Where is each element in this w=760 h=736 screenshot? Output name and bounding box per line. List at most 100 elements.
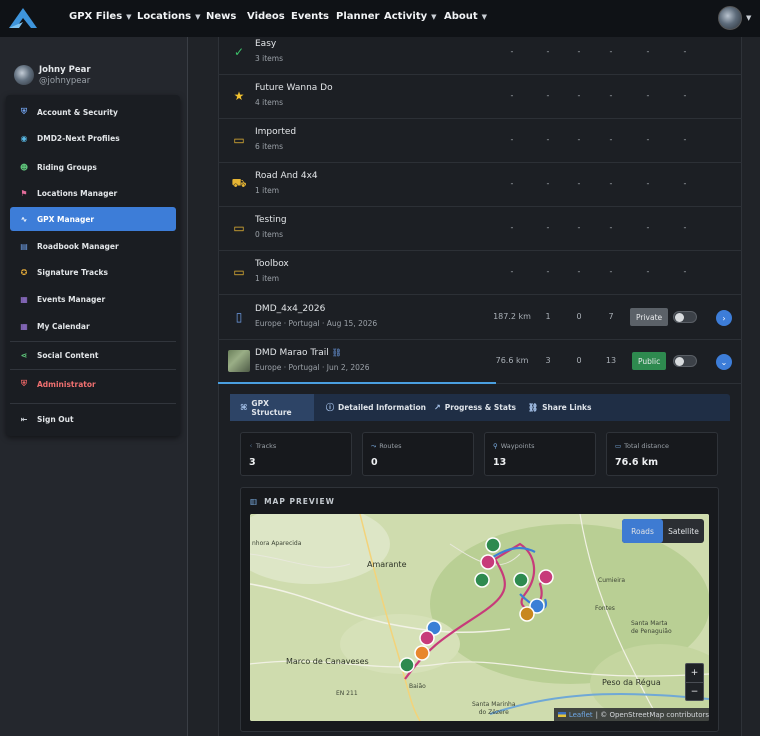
sidebar-item-gpx-manager[interactable]: ∿ GPX Manager <box>10 207 176 231</box>
tracks-icon: ᚲ <box>249 442 253 450</box>
car-icon: ⛟ <box>231 176 247 190</box>
nav-locations[interactable]: Locations ▼ <box>137 11 200 22</box>
shield-icon: ⛨ <box>21 107 27 116</box>
menu-divider <box>10 403 176 404</box>
stat-routes: ⤳ Routes 0 <box>362 432 474 476</box>
user-circle-icon: ◉ <box>20 133 28 143</box>
tab-gpx-structure[interactable]: ⌘ GPX Structure <box>230 394 314 421</box>
track-thumbnail <box>228 350 250 372</box>
visibility-badge: Private <box>630 308 669 326</box>
folder-row-easy[interactable]: ✓ Easy 3 items - - - - - - <box>218 31 742 75</box>
sidebar-item-riding-groups[interactable]: ☻ Riding Groups <box>10 155 176 179</box>
chevron-down-icon: ▼ <box>195 12 201 21</box>
visibility-toggle[interactable] <box>673 355 697 367</box>
folder-row-road-and-4x4[interactable]: ⛟ Road And 4x4 1 item - - - - - - <box>218 163 742 207</box>
folder-row-future-wanna-do[interactable]: ★ Future Wanna Do 4 items - - - - - - <box>218 75 742 119</box>
layer-roads-button[interactable]: Roads <box>622 519 663 543</box>
folder-row-imported[interactable]: ▭ Imported 6 items - - - - - - <box>218 119 742 163</box>
ukraine-flag-icon <box>558 712 566 717</box>
profile-name: Johny Pear <box>39 65 91 75</box>
row-progress-bar <box>218 382 496 384</box>
calendar-icon: ▦ <box>20 321 28 331</box>
nav-videos[interactable]: Videos <box>247 11 285 22</box>
info-icon: ⓘ <box>326 403 334 412</box>
expand-button[interactable]: › <box>716 310 732 326</box>
pin-icon: ⚑ <box>20 188 28 198</box>
star-icon: ★ <box>233 89 245 103</box>
share-icon: ⋖ <box>20 350 28 360</box>
medal-icon: ✪ <box>20 267 28 277</box>
nav-gpx-files[interactable]: GPX Files ▼ <box>69 11 132 22</box>
map-attribution: Leaflet | © OpenStreetMap contributors <box>554 708 709 721</box>
sidebar-item-dmd2-profiles[interactable]: ◉ DMD2-Next Profiles <box>10 126 176 150</box>
folder-row-testing[interactable]: ▭ Testing 0 items - - - - - - <box>218 207 742 251</box>
folder-icon: ▭ <box>233 221 245 235</box>
zoom-out-button[interactable]: − <box>686 683 703 701</box>
waypoints-count: 7 <box>608 312 614 321</box>
map-zoom-control: + − <box>685 663 704 701</box>
routes-icon: ⤳ <box>371 442 377 450</box>
layer-satellite-button[interactable]: Satellite <box>663 519 704 543</box>
leaflet-link[interactable]: Leaflet <box>569 711 593 719</box>
folder-icon: ▭ <box>233 133 245 147</box>
sidebar-item-account-security[interactable]: ⛨ Account & Security <box>10 100 176 124</box>
stat-total-distance: ▭ Total distance 76.6 km <box>606 432 718 476</box>
collapse-button[interactable]: ⌄ <box>716 354 732 370</box>
sidebar-item-signature-tracks[interactable]: ✪ Signature Tracks <box>10 260 176 284</box>
sidebar-item-locations-manager[interactable]: ⚑ Locations Manager <box>10 181 176 205</box>
link-icon: ⛓ <box>331 348 342 357</box>
map-icon: ▥ <box>250 497 259 506</box>
sidebar: Johny Pear @johnypear ⛨ Account & Securit… <box>0 37 188 736</box>
route-icon: ∿ <box>20 214 28 224</box>
distance: 187.2 km <box>493 312 531 321</box>
book-icon: ▤ <box>20 241 28 251</box>
menu-divider <box>10 341 176 342</box>
folder-icon: ▭ <box>233 265 245 279</box>
file-row-dmd-marao-trail[interactable]: DMD Marao Trail ⛓ Europe · Portugal · Ju… <box>218 340 742 384</box>
visibility-toggle[interactable] <box>673 311 697 323</box>
nav-about[interactable]: About ▼ <box>444 11 487 22</box>
nav-events[interactable]: Events <box>291 11 329 22</box>
shield-icon: ⛨ <box>21 379 27 388</box>
chevron-down-icon: ▼ <box>431 12 437 21</box>
nav-activity[interactable]: Activity ▼ <box>384 11 437 22</box>
sidebar-menu: ⛨ Account & Security ◉ DMD2-Next Profiles … <box>6 95 180 436</box>
sidebar-item-roadbook-manager[interactable]: ▤ Roadbook Manager <box>10 234 176 258</box>
tab-detailed-information[interactable]: ⓘ Detailed Information <box>316 394 436 421</box>
user-avatar[interactable] <box>718 6 742 30</box>
nav-news[interactable]: News <box>206 11 236 22</box>
stat-tracks: ᚲ Tracks 3 <box>240 432 352 476</box>
sidebar-item-administrator[interactable]: ⛨ Administrator <box>10 372 176 396</box>
structure-icon: ⌘ <box>240 403 248 412</box>
tab-progress-stats[interactable]: ↗ Progress & Stats <box>424 394 526 421</box>
profile-handle: @johnypear <box>39 76 91 86</box>
file-row-dmd-4x4-2026[interactable]: ▯ DMD_4x4_2026 Europe · Portugal · Aug 1… <box>218 296 742 340</box>
distance-icon: ▭ <box>615 442 622 450</box>
check-circle-icon: ✓ <box>233 45 245 59</box>
nav-planner[interactable]: Planner <box>336 11 379 22</box>
sidebar-item-events-manager[interactable]: ▦ Events Manager <box>10 287 176 311</box>
calendar-icon: ▦ <box>20 294 28 304</box>
logout-icon: ⇤ <box>20 414 28 424</box>
stat-waypoints: ⚲ Waypoints 13 <box>484 432 596 476</box>
map-preview[interactable]: nhora Aparecida Amarante Cumieira Fontes… <box>250 514 709 721</box>
tab-share-links[interactable]: ⛓ Share Links <box>518 394 602 421</box>
sidebar-item-my-calendar[interactable]: ▦ My Calendar <box>10 314 176 338</box>
chevron-down-icon: ▼ <box>481 12 488 21</box>
map-preview-title: ▥ MAP PREVIEW <box>250 497 335 506</box>
sidebar-item-sign-out[interactable]: ⇤ Sign Out <box>10 407 176 431</box>
zoom-in-button[interactable]: + <box>686 664 703 682</box>
waypoints-count: 13 <box>605 356 617 365</box>
sidebar-item-social-content[interactable]: ⋖ Social Content <box>10 343 176 367</box>
file-icon: ▯ <box>235 310 243 324</box>
app-logo-icon[interactable] <box>6 6 40 30</box>
group-icon: ☻ <box>19 162 29 172</box>
chevron-down-icon[interactable]: ▼ <box>746 14 751 22</box>
link-icon: ⛓ <box>528 403 539 412</box>
folder-row-toolbox[interactable]: ▭ Toolbox 1 item - - - - - - <box>218 251 742 295</box>
menu-divider <box>10 369 176 370</box>
scrollbar[interactable] <box>751 37 760 736</box>
detail-tabs: ⌘ GPX Structure ⓘ Detailed Information ↗ Pr… <box>230 394 730 421</box>
visibility-badge: Public <box>632 352 667 370</box>
avatar <box>14 65 34 85</box>
